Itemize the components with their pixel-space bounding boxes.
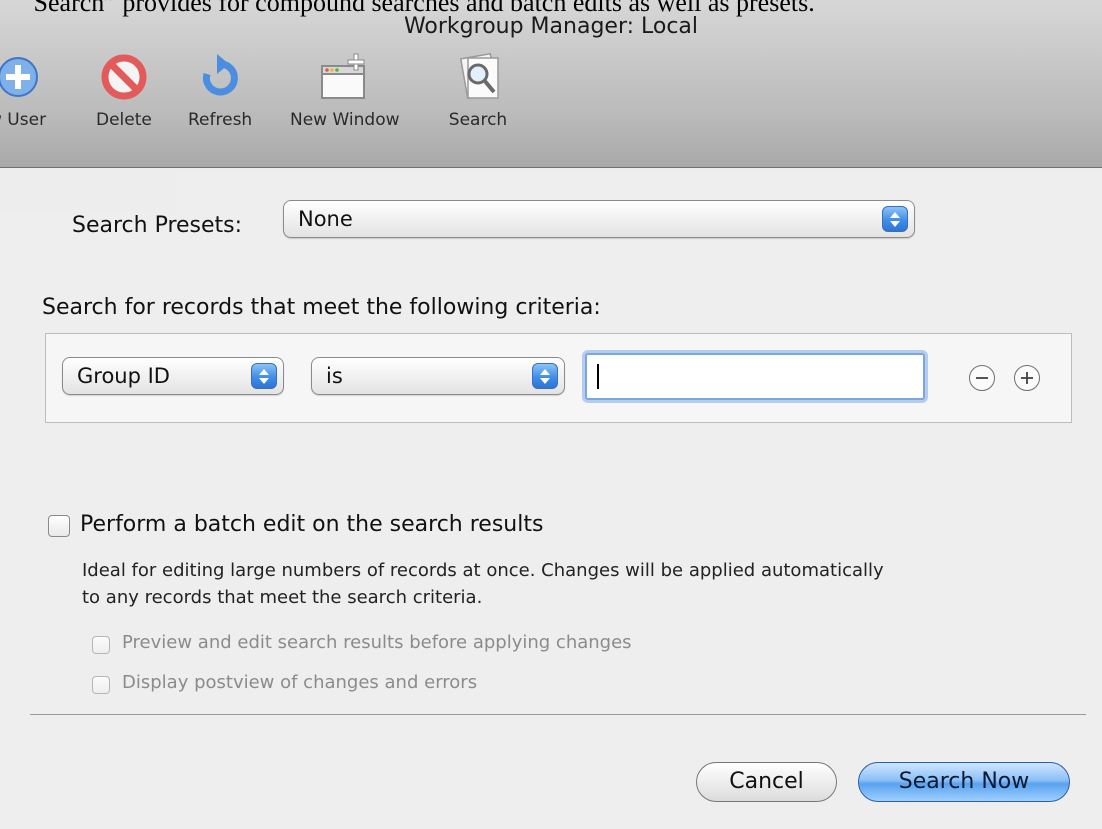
criteria-operator-value: is: [326, 364, 343, 388]
search-now-button[interactable]: Search Now: [858, 762, 1070, 802]
divider: [30, 714, 1086, 715]
batch-edit-label: Perform a batch edit on the search resul…: [80, 512, 544, 537]
preview-results-checkbox[interactable]: [92, 636, 110, 654]
toolbar-refresh-label: Refresh: [188, 110, 253, 130]
search-sheet: [0, 169, 1102, 829]
new-window-icon: [320, 53, 365, 99]
refresh-icon: [203, 54, 238, 96]
criteria-operator-popup[interactable]: is: [311, 357, 565, 395]
toolbar-search-button[interactable]: Search: [448, 52, 508, 130]
figure-caption: “Search” provides for compound searches …: [22, 0, 815, 17]
search-icon: [459, 52, 499, 100]
minus-icon: [975, 376, 988, 379]
toolbar-delete-label: Delete: [96, 110, 152, 130]
popup-arrows-icon: [532, 363, 558, 389]
toolbar-refresh-button[interactable]: Refresh: [188, 52, 252, 130]
toolbar-new-user-button[interactable]: w User: [0, 52, 46, 130]
toolbar-delete-button[interactable]: Delete: [96, 52, 152, 130]
new-user-icon: [0, 57, 39, 97]
toolbar-search-label: Search: [448, 110, 508, 130]
criteria-field-value: Group ID: [77, 364, 170, 388]
popup-arrows-icon: [882, 206, 908, 232]
criteria-heading: Search for records that meet the followi…: [42, 295, 601, 320]
window-toolbar: Workgroup Manager: Local w User Delete R…: [0, 0, 1102, 168]
criteria-value-input[interactable]: [585, 353, 925, 400]
add-criteria-button[interactable]: [1014, 365, 1040, 391]
criteria-field-popup[interactable]: Group ID: [62, 357, 284, 395]
preview-results-label: Preview and edit search results before a…: [122, 632, 632, 653]
delete-icon: [101, 54, 147, 100]
toolbar-new-window-label: New Window: [290, 110, 400, 130]
batch-edit-checkbox[interactable]: [48, 515, 70, 537]
plus-icon: [1020, 371, 1033, 384]
batch-edit-description: to any records that meet the search crit…: [82, 587, 483, 608]
search-presets-value: None: [298, 207, 353, 231]
postview-checkbox[interactable]: [92, 676, 110, 694]
postview-label: Display postview of changes and errors: [122, 672, 478, 693]
remove-criteria-button[interactable]: [969, 365, 995, 391]
popup-arrows-icon: [251, 363, 277, 389]
search-presets-popup[interactable]: None: [283, 200, 915, 238]
toolbar-new-user-label: w User: [0, 110, 47, 130]
text-caret: [597, 364, 599, 389]
search-presets-label: Search Presets:: [72, 213, 243, 238]
toolbar-new-window-button[interactable]: New Window: [290, 52, 400, 130]
batch-edit-description: Ideal for editing large numbers of recor…: [82, 560, 884, 581]
cancel-button[interactable]: Cancel: [696, 762, 837, 802]
